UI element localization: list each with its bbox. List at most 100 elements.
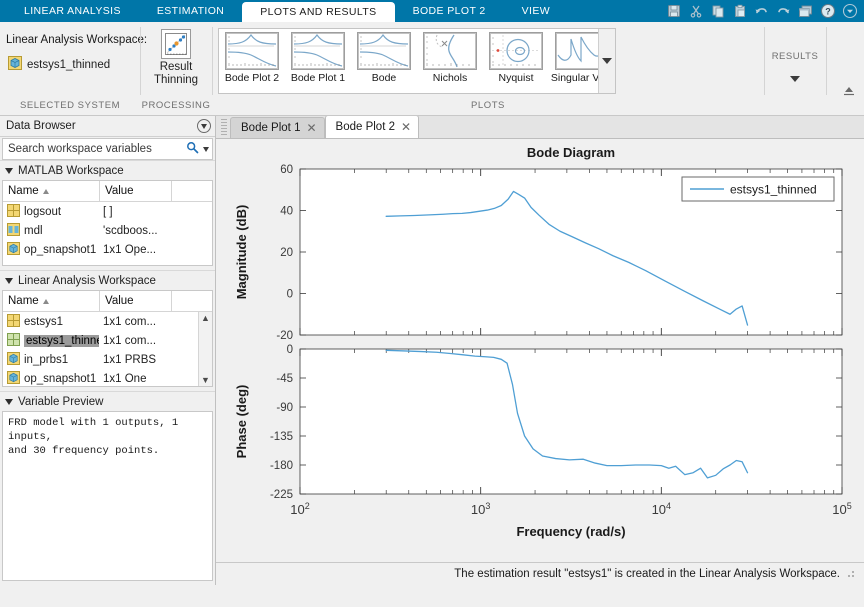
chevron-down-icon	[5, 277, 13, 284]
ribbon-tab-plots-and-results[interactable]: PLOTS AND RESULTS	[242, 2, 395, 22]
bode-thumbnail	[357, 32, 411, 70]
search-input[interactable]	[8, 143, 186, 155]
plot-frame	[299, 348, 843, 495]
workspace-table-scrollbar[interactable]: ▲ ▼	[198, 312, 212, 386]
y-tick-label: -225	[270, 489, 293, 501]
ribbon-tab-bode-plot-2[interactable]: BODE PLOT 2	[395, 0, 504, 22]
gallery-item-nichols[interactable]: Nichols	[417, 29, 483, 84]
row-name-cell: in_prbs1	[3, 351, 99, 368]
table-row[interactable]: mdl 'scdboos...	[3, 221, 212, 240]
document-tab-bode-plot-1[interactable]: Bode Plot 1 ✕	[230, 117, 325, 138]
row-name-cell: op_snapshot1	[3, 241, 99, 258]
nyquist-thumbnail	[489, 32, 543, 70]
undo-icon[interactable]	[752, 2, 771, 20]
table-row-selected[interactable]: estsys1_thinned 1x1 com...	[3, 331, 212, 350]
ribbon-tabstrip: LINEAR ANALYSIS ESTIMATION PLOTS AND RES…	[0, 0, 864, 22]
scroll-down-icon[interactable]: ▼	[201, 374, 210, 386]
scroll-up-icon[interactable]: ▲	[201, 312, 210, 324]
nichols-thumbnail	[423, 32, 477, 70]
gallery-item-bode-plot-1[interactable]: Bode Plot 1	[285, 29, 351, 84]
table-row[interactable]: in_prbs1 1x1 PRBS	[3, 350, 212, 369]
gallery-item-nyquist[interactable]: Nyquist	[483, 29, 549, 84]
gallery-item-bode-plot-2[interactable]: Bode Plot 2	[219, 29, 285, 84]
results-dropdown-button[interactable]: RESULTS	[764, 26, 826, 115]
search-options-chevron-icon[interactable]	[203, 146, 209, 152]
section-title: MATLAB Workspace	[18, 164, 124, 177]
table-row[interactable]: logsout [ ]	[3, 202, 212, 221]
help-icon[interactable]: ?	[818, 2, 837, 20]
table-row[interactable]: estsys1 1x1 com...	[3, 312, 212, 331]
section-title: Variable Preview	[18, 395, 104, 408]
close-icon[interactable]: ✕	[401, 121, 411, 133]
chart-title: Bode Diagram	[527, 145, 615, 160]
column-header-name[interactable]: Name	[3, 181, 99, 201]
grid-variable-icon	[7, 332, 20, 349]
ribbon-minimize-group	[826, 22, 864, 115]
column-header-spacer	[171, 181, 212, 201]
section-linear-analysis-workspace[interactable]: Linear Analysis Workspace	[0, 270, 215, 290]
minimize-ribbon-button[interactable]	[842, 85, 856, 97]
bode-diagram-canvas[interactable]: Bode Diagram -20 0 20 40 60 Magnitude (dB) -225…	[216, 139, 864, 562]
selected-system-group-label: SELECTED SYSTEM	[19, 100, 121, 111]
save-icon[interactable]	[664, 2, 683, 20]
panel-options-icon[interactable]	[197, 119, 211, 133]
row-name-cell: estsys1	[3, 313, 99, 330]
y-tick-label: -20	[276, 330, 293, 342]
search-icon[interactable]	[186, 141, 199, 157]
preview-line-2: and 30 frequency points.	[8, 445, 160, 457]
gallery-item-bode[interactable]: Bode	[351, 29, 417, 84]
ribbon-tab-estimation[interactable]: ESTIMATION	[139, 0, 242, 22]
object-variable-icon	[8, 56, 22, 73]
table-header: Name Value	[3, 181, 212, 202]
row-name-cell: estsys1_thinned	[3, 332, 99, 349]
gallery-expand-button[interactable]	[598, 29, 615, 93]
linear-analysis-workspace-table: Name Value estsys1 1x1 com... estsys1_th…	[2, 290, 213, 387]
document-tab-bode-plot-2[interactable]: Bode Plot 2 ✕	[324, 115, 420, 138]
copy-icon[interactable]	[708, 2, 727, 20]
redo-icon[interactable]	[774, 2, 793, 20]
search-workspace-bar[interactable]	[2, 138, 213, 160]
sort-ascending-icon	[42, 298, 49, 304]
column-header-name[interactable]: Name	[3, 291, 99, 311]
preview-line-1: FRD model with 1 outputs, 1 inputs,	[8, 417, 179, 443]
y-tick-label: -45	[276, 373, 293, 385]
ribbon-tab-view[interactable]: VIEW	[504, 0, 568, 22]
column-header-value[interactable]: Value	[99, 291, 171, 311]
column-header-spacer	[171, 291, 212, 311]
resize-grip-icon[interactable]	[846, 569, 856, 579]
selected-system-variable-name: estsys1_thinned	[27, 58, 111, 71]
tabstrip-gripper[interactable]	[221, 119, 227, 136]
options-dropdown-icon[interactable]	[840, 2, 859, 20]
processing-body: Result Thinning	[140, 26, 212, 100]
ribbon-group-processing: Result Thinning PROCESSING	[140, 22, 212, 115]
close-icon[interactable]: ✕	[306, 122, 316, 134]
paste-icon[interactable]	[730, 2, 749, 20]
selected-system-variable[interactable]: estsys1_thinned	[0, 46, 140, 73]
main-area: Data Browser MATLAB Workspace Name	[0, 115, 864, 585]
bode-thumbnail	[225, 32, 279, 70]
table-row[interactable]: op_snapshot1 1x1 One	[3, 369, 212, 387]
x-tick-label: 102	[290, 501, 309, 517]
chevron-down-icon	[602, 58, 612, 64]
column-header-value[interactable]: Value	[99, 181, 171, 201]
section-variable-preview[interactable]: Variable Preview	[0, 391, 215, 411]
results-group-label: RESULTS	[771, 51, 819, 62]
y-tick-label: 0	[287, 289, 293, 301]
data-browser-panel: Data Browser MATLAB Workspace Name	[0, 116, 216, 585]
string-variable-icon	[7, 222, 20, 239]
ribbon-tab-linear-analysis[interactable]: LINEAR ANALYSIS	[6, 0, 139, 22]
legend-label: estsys1_thinned	[730, 183, 817, 197]
grid-variable-icon	[7, 313, 20, 330]
result-thinning-button[interactable]: Result Thinning	[140, 26, 212, 87]
object-variable-icon	[7, 351, 20, 368]
layout-icon[interactable]	[796, 2, 815, 20]
svg-text:?: ?	[825, 7, 831, 17]
document-tab-label: Bode Plot 2	[335, 121, 395, 133]
row-name-cell: op_snapshot1	[3, 370, 99, 387]
row-value-cell: 1x1 PRBS	[103, 353, 157, 366]
row-value-cell: 1x1 com...	[103, 334, 157, 347]
table-row[interactable]: op_snapshot1 1x1 Ope...	[3, 240, 212, 259]
quick-access-toolbar: ?	[664, 0, 864, 22]
cut-icon[interactable]	[686, 2, 705, 20]
section-matlab-workspace[interactable]: MATLAB Workspace	[0, 160, 215, 180]
